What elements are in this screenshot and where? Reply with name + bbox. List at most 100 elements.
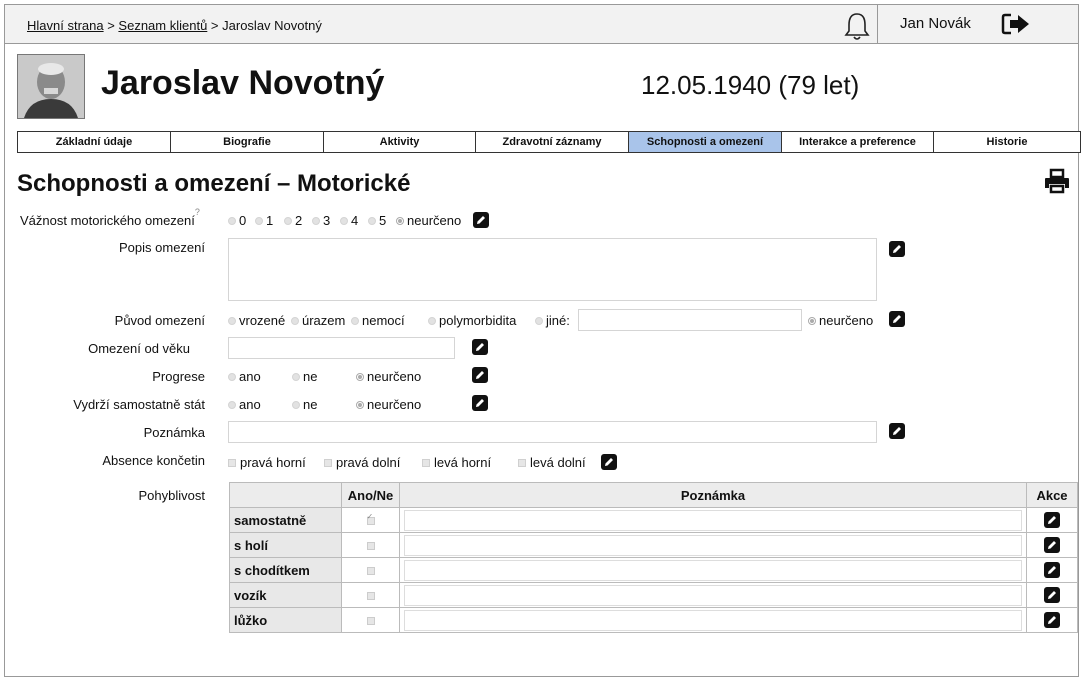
severity-option-4[interactable]: 4 bbox=[340, 213, 358, 228]
user-menu: Jan Novák bbox=[877, 5, 1081, 43]
radio-icon bbox=[312, 216, 320, 225]
table-row: s chodítkem bbox=[229, 557, 1078, 583]
page-title: Schopnosti a omezení – Motorické bbox=[17, 170, 411, 197]
origin-option-polymorbidity[interactable]: polymorbidita bbox=[428, 313, 516, 328]
tab-biography[interactable]: Biografie bbox=[170, 131, 323, 153]
bell-icon[interactable] bbox=[837, 11, 877, 41]
mobility-row-note-input[interactable] bbox=[404, 584, 1022, 606]
radio-selected-icon bbox=[396, 216, 404, 225]
option-label: neurčeno bbox=[367, 369, 422, 384]
severity-option-undetermined[interactable]: neurčeno bbox=[396, 213, 461, 228]
standing-option-undetermined[interactable]: neurčeno bbox=[356, 397, 421, 412]
limb-option-right-upper[interactable]: pravá horní bbox=[228, 455, 306, 470]
edit-row-pencil-icon[interactable] bbox=[1044, 562, 1060, 579]
radio-icon bbox=[228, 372, 236, 381]
origin-label: Původ omezení bbox=[114, 313, 205, 328]
severity-option-0[interactable]: 0 bbox=[228, 213, 246, 228]
progress-option-yes[interactable]: ano bbox=[228, 369, 261, 384]
progress-option-no[interactable]: ne bbox=[292, 369, 317, 384]
option-label: nemocí bbox=[362, 313, 405, 328]
mobility-row-checkbox[interactable] bbox=[341, 507, 400, 533]
mobility-row-note-input[interactable] bbox=[404, 559, 1022, 581]
user-name[interactable]: Jan Novák bbox=[900, 15, 971, 32]
origin-other-input[interactable] bbox=[578, 309, 802, 331]
mobility-row-note-cell bbox=[399, 507, 1027, 533]
table-header-note: Poznámka bbox=[399, 482, 1027, 508]
mobility-row-checkbox[interactable] bbox=[341, 557, 400, 583]
severity-option-2[interactable]: 2 bbox=[284, 213, 302, 228]
breadcrumb-clients-link[interactable]: Seznam klientů bbox=[118, 18, 207, 33]
mobility-row-note-input[interactable] bbox=[404, 534, 1022, 556]
description-textarea[interactable] bbox=[228, 238, 877, 301]
radio-icon bbox=[292, 400, 300, 409]
limb-option-left-upper[interactable]: levá horní bbox=[422, 455, 491, 470]
breadcrumb-home-link[interactable]: Hlavní strana bbox=[27, 18, 104, 33]
edit-row-pencil-icon[interactable] bbox=[1044, 537, 1060, 554]
option-label: pravá horní bbox=[240, 455, 306, 470]
mobility-label: Pohyblivost bbox=[138, 488, 205, 503]
mobility-row-name: lůžko bbox=[229, 607, 342, 633]
tab-abilities[interactable]: Schopnosti a omezení bbox=[628, 131, 781, 153]
help-icon[interactable]: ? bbox=[195, 207, 200, 217]
edit-age-limit-pencil-icon[interactable] bbox=[472, 339, 488, 355]
mobility-row-action-cell bbox=[1026, 532, 1078, 558]
edit-description-pencil-icon[interactable] bbox=[889, 241, 905, 257]
note-input[interactable] bbox=[228, 421, 877, 443]
standing-option-no[interactable]: ne bbox=[292, 397, 317, 412]
origin-option-disease[interactable]: nemocí bbox=[351, 313, 405, 328]
limb-option-right-lower[interactable]: pravá dolní bbox=[324, 455, 400, 470]
mobility-row-checkbox[interactable] bbox=[341, 607, 400, 633]
breadcrumb: Hlavní strana > Seznam klientů > Jarosla… bbox=[27, 18, 322, 33]
edit-row-pencil-icon[interactable] bbox=[1044, 612, 1060, 629]
mobility-row-action-cell bbox=[1026, 507, 1078, 533]
radio-selected-icon bbox=[356, 400, 364, 409]
checkbox-checked-icon bbox=[366, 512, 375, 525]
edit-limbs-pencil-icon[interactable] bbox=[601, 454, 617, 470]
option-label: ne bbox=[303, 397, 318, 412]
tab-health-records[interactable]: Zdravotní záznamy bbox=[475, 131, 628, 153]
mobility-row-name: samostatně bbox=[229, 507, 342, 533]
limb-option-left-lower[interactable]: levá dolní bbox=[518, 455, 586, 470]
tab-activities[interactable]: Aktivity bbox=[323, 131, 475, 153]
mobility-row-note-cell bbox=[399, 532, 1027, 558]
option-label: 3 bbox=[323, 213, 331, 228]
option-label: ne bbox=[303, 369, 318, 384]
edit-severity-pencil-icon[interactable] bbox=[473, 212, 489, 228]
radio-selected-icon bbox=[808, 316, 816, 325]
edit-progress-pencil-icon[interactable] bbox=[472, 367, 488, 383]
client-avatar bbox=[17, 54, 85, 119]
option-label: neurčeno bbox=[367, 397, 422, 412]
origin-option-undetermined[interactable]: neurčeno bbox=[808, 313, 873, 328]
edit-standing-pencil-icon[interactable] bbox=[472, 395, 488, 411]
severity-option-1[interactable]: 1 bbox=[255, 213, 273, 228]
printer-icon[interactable] bbox=[1044, 168, 1070, 199]
mobility-row-name: s chodítkem bbox=[229, 557, 342, 583]
logout-icon[interactable] bbox=[1000, 12, 1034, 41]
radio-selected-icon bbox=[356, 372, 364, 381]
origin-option-injury[interactable]: úrazem bbox=[291, 313, 345, 328]
edit-origin-pencil-icon[interactable] bbox=[889, 311, 905, 327]
radio-icon bbox=[351, 316, 359, 325]
option-label: levá dolní bbox=[530, 455, 586, 470]
radio-icon bbox=[368, 216, 376, 225]
mobility-row-checkbox[interactable] bbox=[341, 582, 400, 608]
client-name: Jaroslav Novotný bbox=[101, 64, 385, 102]
mobility-row-action-cell bbox=[1026, 557, 1078, 583]
standing-option-yes[interactable]: ano bbox=[228, 397, 261, 412]
tab-interactions[interactable]: Interakce a preference bbox=[781, 131, 933, 153]
edit-note-pencil-icon[interactable] bbox=[889, 423, 905, 439]
severity-option-5[interactable]: 5 bbox=[368, 213, 386, 228]
tab-history[interactable]: Historie bbox=[933, 131, 1081, 153]
edit-row-pencil-icon[interactable] bbox=[1044, 587, 1060, 604]
mobility-row-checkbox[interactable] bbox=[341, 532, 400, 558]
mobility-row-note-input[interactable] bbox=[404, 509, 1022, 531]
mobility-row-note-input[interactable] bbox=[404, 609, 1022, 631]
edit-row-pencil-icon[interactable] bbox=[1044, 512, 1060, 529]
table-row: samostatně bbox=[229, 507, 1078, 533]
severity-option-3[interactable]: 3 bbox=[312, 213, 330, 228]
progress-option-undetermined[interactable]: neurčeno bbox=[356, 369, 421, 384]
origin-option-congenital[interactable]: vrozené bbox=[228, 313, 285, 328]
origin-option-other[interactable]: jiné: bbox=[535, 313, 570, 328]
age-limit-input[interactable] bbox=[228, 337, 455, 359]
tab-basic-info[interactable]: Základní údaje bbox=[17, 131, 170, 153]
